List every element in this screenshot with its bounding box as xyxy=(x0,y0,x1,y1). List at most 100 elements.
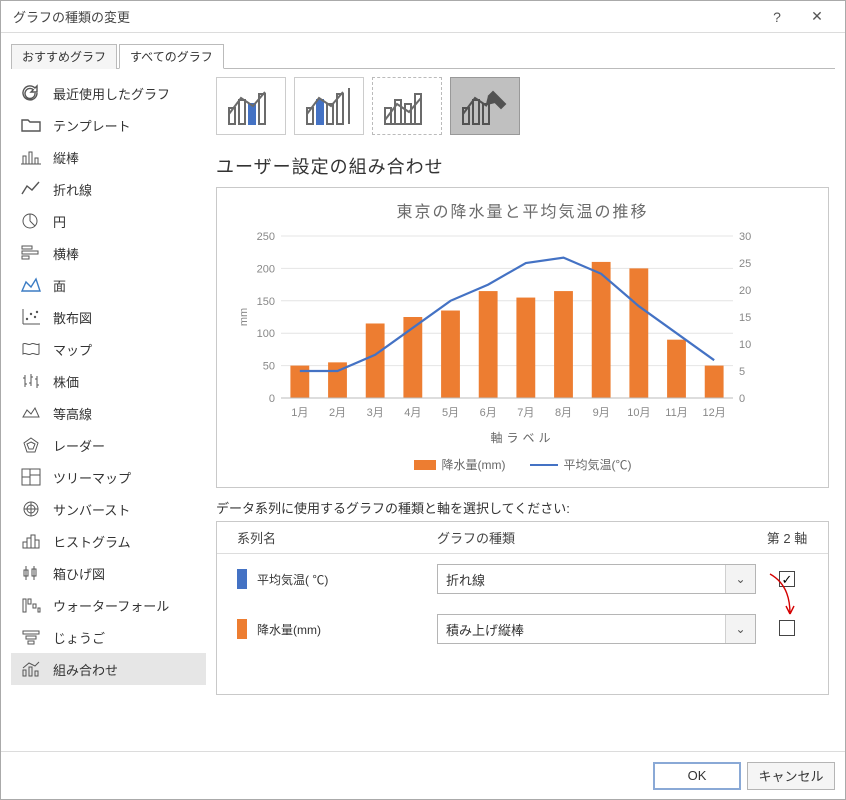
folder-icon xyxy=(19,115,43,135)
svg-text:10月: 10月 xyxy=(627,407,650,419)
svg-text:10: 10 xyxy=(739,339,751,351)
svg-text:50: 50 xyxy=(263,361,275,373)
svg-text:9月: 9月 xyxy=(593,407,610,419)
svg-text:200: 200 xyxy=(257,263,275,275)
sidebar-item-combo[interactable]: 組み合わせ xyxy=(11,653,206,685)
svg-text:2月: 2月 xyxy=(329,407,346,419)
sidebar-item-pie[interactable]: 円 xyxy=(11,205,206,237)
sidebar-item-boxwhisker[interactable]: 箱ひげ図 xyxy=(11,557,206,589)
treemap-icon xyxy=(19,467,43,487)
histogram-icon xyxy=(19,531,43,551)
sidebar-item-label: レーダー xyxy=(53,436,105,455)
axis2-checkbox[interactable] xyxy=(779,620,795,636)
combo-type-custom[interactable] xyxy=(450,77,520,135)
svg-text:12月: 12月 xyxy=(703,407,726,419)
sidebar-item-recent[interactable]: 最近使用したグラフ xyxy=(11,77,206,109)
svg-text:100: 100 xyxy=(257,328,275,340)
sidebar-item-label: ツリーマップ xyxy=(53,468,131,487)
chart-svg: 050100150200250051015202530mm1月2月3月4月5月6… xyxy=(233,232,773,422)
sidebar-item-waterfall[interactable]: ウォーターフォール xyxy=(11,589,206,621)
header-name: 系列名 xyxy=(227,528,437,547)
svg-text:11月: 11月 xyxy=(665,407,687,419)
svg-text:5月: 5月 xyxy=(442,407,459,419)
waterfall-icon xyxy=(19,595,43,615)
pie-icon xyxy=(19,211,43,231)
sidebar-item-funnel[interactable]: じょうご xyxy=(11,621,206,653)
sidebar-item-line[interactable]: 折れ線 xyxy=(11,173,206,205)
chevron-down-icon: ⌄ xyxy=(725,615,755,643)
sidebar-item-surface[interactable]: 等高線 xyxy=(11,397,206,429)
swatch-bar-icon xyxy=(414,460,436,470)
sidebar-item-label: 折れ線 xyxy=(53,180,92,199)
sidebar-item-label: サンバースト xyxy=(53,500,130,519)
ok-button[interactable]: OK xyxy=(653,762,741,790)
sidebar-item-map[interactable]: マップ xyxy=(11,333,206,365)
svg-text:mm: mm xyxy=(238,308,250,326)
sidebar-item-label: 最近使用したグラフ xyxy=(53,84,170,103)
chevron-down-icon: ⌄ xyxy=(725,565,755,593)
sidebar-item-label: 株価 xyxy=(53,372,79,391)
sidebar-item-label: ヒストグラム xyxy=(53,532,131,551)
chart-legend: 降水量(mm) 平均気温(℃) xyxy=(233,456,812,473)
svg-text:8月: 8月 xyxy=(555,407,572,419)
sidebar-item-treemap[interactable]: ツリーマップ xyxy=(11,461,206,493)
column-icon xyxy=(19,147,43,167)
series-type-dropdown[interactable]: 折れ線⌄ xyxy=(437,564,756,594)
series-table: 系列名 グラフの種類 第 2 軸 平均気温( ℃) 折れ線⌄ 降水量(mm) 積… xyxy=(216,521,829,695)
svg-text:4月: 4月 xyxy=(404,407,421,419)
chart-type-sidebar: 最近使用したグラフ テンプレート 縦棒 折れ線 円 横棒 面 散布図 マップ 株… xyxy=(11,77,206,751)
bar-icon xyxy=(19,243,43,263)
sidebar-item-stock[interactable]: 株価 xyxy=(11,365,206,397)
combo-type-3[interactable] xyxy=(372,77,442,135)
window-title: グラフの種類の変更 xyxy=(9,7,757,26)
chart-preview: 東京の降水量と平均気温の推移 0501001502002500510152025… xyxy=(216,187,829,488)
svg-text:1月: 1月 xyxy=(291,407,308,419)
tab-recommended[interactable]: おすすめグラフ xyxy=(11,44,117,69)
area-icon xyxy=(19,275,43,295)
main-panel: ユーザー設定の組み合わせ 東京の降水量と平均気温の推移 050100150200… xyxy=(206,77,835,751)
sidebar-item-bar[interactable]: 横棒 xyxy=(11,237,206,269)
series-row-temp: 平均気温( ℃) 折れ線⌄ xyxy=(217,554,828,604)
tab-all[interactable]: すべてのグラフ xyxy=(119,44,224,69)
svg-text:3月: 3月 xyxy=(367,407,384,419)
radar-icon xyxy=(19,435,43,455)
combo-icon xyxy=(19,659,43,679)
combo-type-2[interactable] xyxy=(294,77,364,135)
titlebar: グラフの種類の変更 ? ✕ xyxy=(1,1,845,33)
sidebar-item-scatter[interactable]: 散布図 xyxy=(11,301,206,333)
svg-text:6月: 6月 xyxy=(480,407,497,419)
sunburst-icon xyxy=(19,499,43,519)
sidebar-item-template[interactable]: テンプレート xyxy=(11,109,206,141)
series-header: 系列名 グラフの種類 第 2 軸 xyxy=(217,522,828,554)
svg-text:0: 0 xyxy=(739,393,745,405)
svg-text:0: 0 xyxy=(269,393,275,405)
svg-text:25: 25 xyxy=(739,258,751,270)
sidebar-item-column[interactable]: 縦棒 xyxy=(11,141,206,173)
content: 最近使用したグラフ テンプレート 縦棒 折れ線 円 横棒 面 散布図 マップ 株… xyxy=(11,69,835,751)
swatch-line-icon xyxy=(530,464,558,466)
svg-text:150: 150 xyxy=(257,296,275,308)
sidebar-item-label: マップ xyxy=(53,340,92,359)
tabs: おすすめグラフ すべてのグラフ xyxy=(11,43,835,69)
sidebar-item-label: 箱ひげ図 xyxy=(53,564,105,583)
svg-text:7月: 7月 xyxy=(517,407,534,419)
sidebar-item-histogram[interactable]: ヒストグラム xyxy=(11,525,206,557)
cancel-button[interactable]: キャンセル xyxy=(747,762,835,790)
combo-type-1[interactable] xyxy=(216,77,286,135)
sidebar-item-label: 面 xyxy=(53,276,66,295)
series-type-dropdown[interactable]: 積み上げ縦棒⌄ xyxy=(437,614,756,644)
sidebar-item-label: 横棒 xyxy=(53,244,79,263)
close-button[interactable]: ✕ xyxy=(797,1,837,33)
svg-text:15: 15 xyxy=(739,312,751,324)
combo-subtype-row xyxy=(216,77,829,153)
sidebar-item-label: テンプレート xyxy=(53,116,131,135)
series-name: 平均気温( ℃) xyxy=(257,571,328,588)
series-name: 降水量(mm) xyxy=(257,621,321,638)
help-button[interactable]: ? xyxy=(757,1,797,33)
sidebar-item-area[interactable]: 面 xyxy=(11,269,206,301)
sidebar-item-radar[interactable]: レーダー xyxy=(11,429,206,461)
series-prompt: データ系列に使用するグラフの種類と軸を選択してください: xyxy=(216,498,829,517)
axis2-checkbox[interactable] xyxy=(779,571,795,587)
sidebar-item-sunburst[interactable]: サンバースト xyxy=(11,493,206,525)
section-title: ユーザー設定の組み合わせ xyxy=(216,153,829,179)
